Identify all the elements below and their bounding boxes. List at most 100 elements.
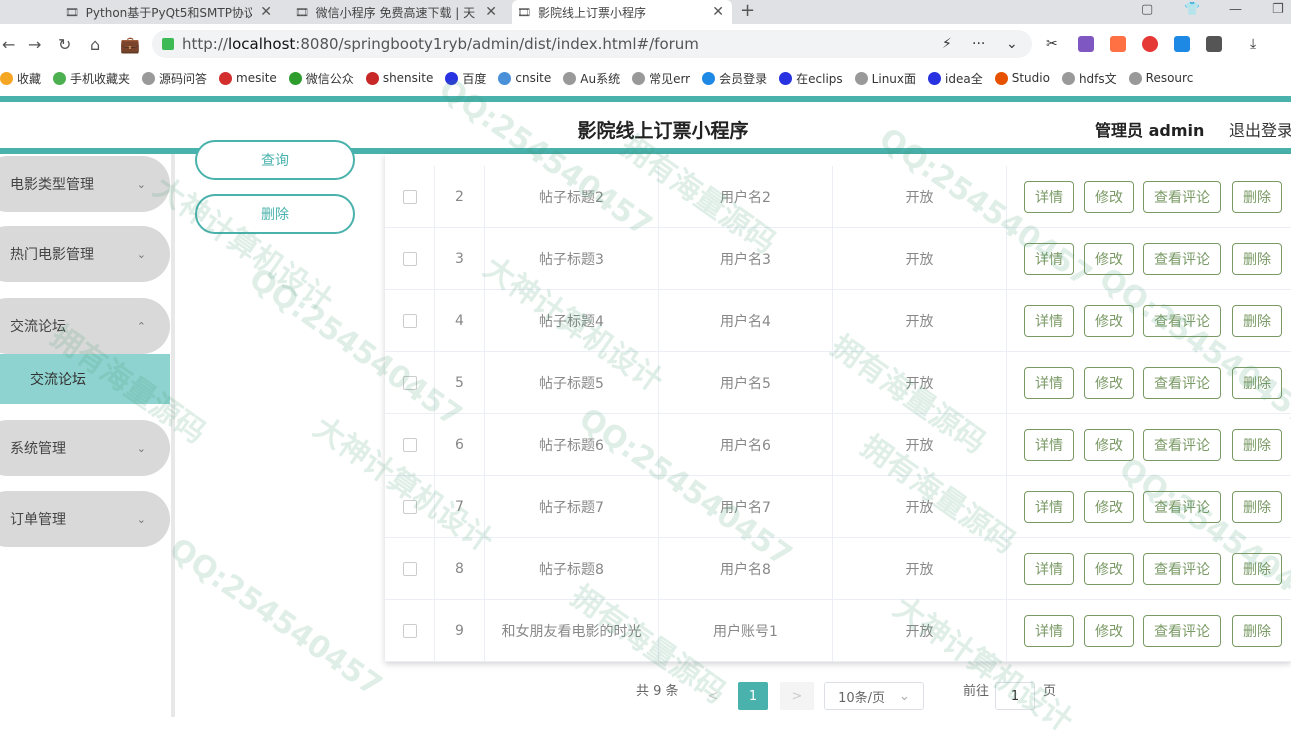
detail-button[interactable]: 详情 <box>1024 305 1074 337</box>
bookmark-item[interactable]: mesite <box>219 71 277 85</box>
edit-button[interactable]: 修改 <box>1084 553 1134 585</box>
bookmark-item[interactable]: idea全 <box>928 70 983 87</box>
lightning-icon[interactable]: ⚡ <box>942 36 952 52</box>
view-comments-button[interactable]: 查看评论 <box>1143 491 1221 523</box>
sidebar-subitem-forum[interactable]: 交流论坛 <box>0 354 170 404</box>
view-comments-button[interactable]: 查看评论 <box>1143 553 1221 585</box>
detail-button[interactable]: 详情 <box>1024 243 1074 275</box>
row-delete-button[interactable]: 删除 <box>1232 553 1282 585</box>
new-tab-button[interactable]: + <box>740 0 755 21</box>
bookmark-item[interactable]: 会员登录 <box>702 70 767 87</box>
row-delete-button[interactable]: 删除 <box>1232 367 1282 399</box>
edit-button[interactable]: 修改 <box>1084 491 1134 523</box>
browser-tab-active[interactable]: 🎞 影院线上订票小程序 ✕ <box>512 0 732 24</box>
back-icon[interactable]: ← <box>2 35 15 54</box>
minimize-icon[interactable]: — <box>1229 2 1242 17</box>
url-input[interactable]: http://localhost:8080/springbooty1ryb/ad… <box>152 30 1032 58</box>
bookmark-item[interactable]: 源码问答 <box>142 70 207 87</box>
view-comments-button[interactable]: 查看评论 <box>1143 243 1221 275</box>
home-icon[interactable]: ⌂ <box>90 35 100 54</box>
chevron-down-icon[interactable]: ⌄ <box>1006 36 1018 52</box>
bookmark-item[interactable]: shensite <box>365 71 433 85</box>
row-checkbox[interactable] <box>402 252 417 266</box>
view-comments-button[interactable]: 查看评论 <box>1143 367 1221 399</box>
view-comments-button[interactable]: 查看评论 <box>1143 181 1221 213</box>
game-icon[interactable] <box>1110 36 1126 52</box>
maximize-icon[interactable]: ❐ <box>1272 2 1284 17</box>
current-page-button[interactable]: 1 <box>738 682 768 710</box>
sidebar-item-forum[interactable]: 交流论坛 ⌃ <box>0 298 170 354</box>
row-delete-button[interactable]: 删除 <box>1232 429 1282 461</box>
mail-icon[interactable] <box>1174 36 1190 52</box>
detail-button[interactable]: 详情 <box>1024 181 1074 213</box>
weibo-icon[interactable] <box>1142 36 1158 52</box>
close-icon[interactable]: ✕ <box>704 4 732 20</box>
tab-title: 微信小程序 免费高速下载 | 天 <box>315 5 476 20</box>
detail-button[interactable]: 详情 <box>1024 367 1074 399</box>
row-checkbox[interactable] <box>402 500 417 514</box>
bookmark-item[interactable]: 百度 <box>445 70 486 87</box>
sidebar-item-orders[interactable]: 订单管理 ⌄ <box>0 491 170 547</box>
close-icon[interactable]: ✕ <box>477 4 505 20</box>
goto-page-input[interactable]: 1 <box>995 682 1035 710</box>
detail-button[interactable]: 详情 <box>1024 553 1074 585</box>
browser-tab[interactable]: 🎞 微信小程序 免费高速下载 | 天 ✕ <box>290 0 505 24</box>
detail-button[interactable]: 详情 <box>1024 429 1074 461</box>
bookmark-item[interactable]: hdfs文 <box>1061 70 1117 87</box>
row-checkbox[interactable] <box>402 190 417 204</box>
page-size-select[interactable]: 10条/页 ⌄ <box>824 682 924 710</box>
delete-button[interactable]: 删除 <box>195 194 355 234</box>
row-delete-button[interactable]: 删除 <box>1232 491 1282 523</box>
view-comments-button[interactable]: 查看评论 <box>1143 615 1221 647</box>
search-button[interactable]: 查询 <box>195 140 355 180</box>
bookmark-item[interactable]: 常见err <box>632 70 690 87</box>
close-icon[interactable]: ✕ <box>252 4 280 20</box>
row-checkbox[interactable] <box>402 376 417 390</box>
shirt-icon[interactable]: 👕 <box>1184 2 1200 17</box>
row-delete-button[interactable]: 删除 <box>1232 305 1282 337</box>
bookmark-item[interactable]: Linux面 <box>854 70 916 87</box>
bookmark-item[interactable]: 在eclips <box>779 70 843 87</box>
bookmark-item[interactable]: 微信公众 <box>288 70 354 87</box>
bookmark-item[interactable]: Resourc <box>1128 71 1193 85</box>
detail-button[interactable]: 详情 <box>1024 615 1074 647</box>
row-checkbox[interactable] <box>402 314 417 328</box>
row-delete-button[interactable]: 删除 <box>1232 181 1282 213</box>
briefcase-icon[interactable]: 💼 <box>120 35 140 54</box>
prev-page-button[interactable]: < <box>698 682 728 710</box>
detail-button[interactable]: 详情 <box>1024 491 1074 523</box>
download-icon[interactable]: ⤓ <box>1250 36 1256 52</box>
edit-button[interactable]: 修改 <box>1084 429 1134 461</box>
next-page-button[interactable]: > <box>780 682 814 710</box>
app-header: 影院线上订票小程序 管理员 admin 退出登录 <box>0 102 1291 148</box>
edit-button[interactable]: 修改 <box>1084 243 1134 275</box>
scissors-icon[interactable]: ✂ <box>1046 36 1058 52</box>
edit-button[interactable]: 修改 <box>1084 367 1134 399</box>
row-checkbox[interactable] <box>402 624 417 638</box>
bookmark-item[interactable]: 收藏 <box>0 70 41 87</box>
row-checkbox[interactable] <box>402 438 417 452</box>
more-icon[interactable]: ··· <box>972 36 985 52</box>
view-comments-button[interactable]: 查看评论 <box>1143 429 1221 461</box>
edit-button[interactable]: 修改 <box>1084 615 1134 647</box>
row-delete-button[interactable]: 删除 <box>1232 615 1282 647</box>
row-checkbox[interactable] <box>402 562 417 576</box>
browser-tab[interactable]: 🎞 Python基于PyQt5和SMTP协议 ✕ <box>60 0 280 24</box>
row-delete-button[interactable]: 删除 <box>1232 243 1282 275</box>
reload-icon[interactable]: ↻ <box>58 35 71 54</box>
sidebar-item-hot-movies[interactable]: 热门电影管理 ⌄ <box>0 226 170 282</box>
tab-count-icon[interactable]: ▢ <box>1141 2 1153 17</box>
bookmark-item[interactable]: Studio <box>994 71 1050 85</box>
edit-button[interactable]: 修改 <box>1084 305 1134 337</box>
view-comments-button[interactable]: 查看评论 <box>1143 305 1221 337</box>
translate-icon[interactable] <box>1078 36 1094 52</box>
edit-button[interactable]: 修改 <box>1084 181 1134 213</box>
logout-link[interactable]: 退出登录 <box>1229 117 1291 141</box>
forward-icon[interactable]: → <box>28 35 41 54</box>
bookmark-item[interactable]: Au系统 <box>563 70 620 87</box>
sidebar-item-system[interactable]: 系统管理 ⌄ <box>0 420 170 476</box>
puzzle-icon[interactable] <box>1206 36 1222 52</box>
sidebar-item-movie-types[interactable]: 电影类型管理 ⌄ <box>0 156 170 212</box>
bookmark-item[interactable]: 手机收藏夹 <box>53 70 130 87</box>
bookmark-item[interactable]: cnsite <box>498 71 551 85</box>
